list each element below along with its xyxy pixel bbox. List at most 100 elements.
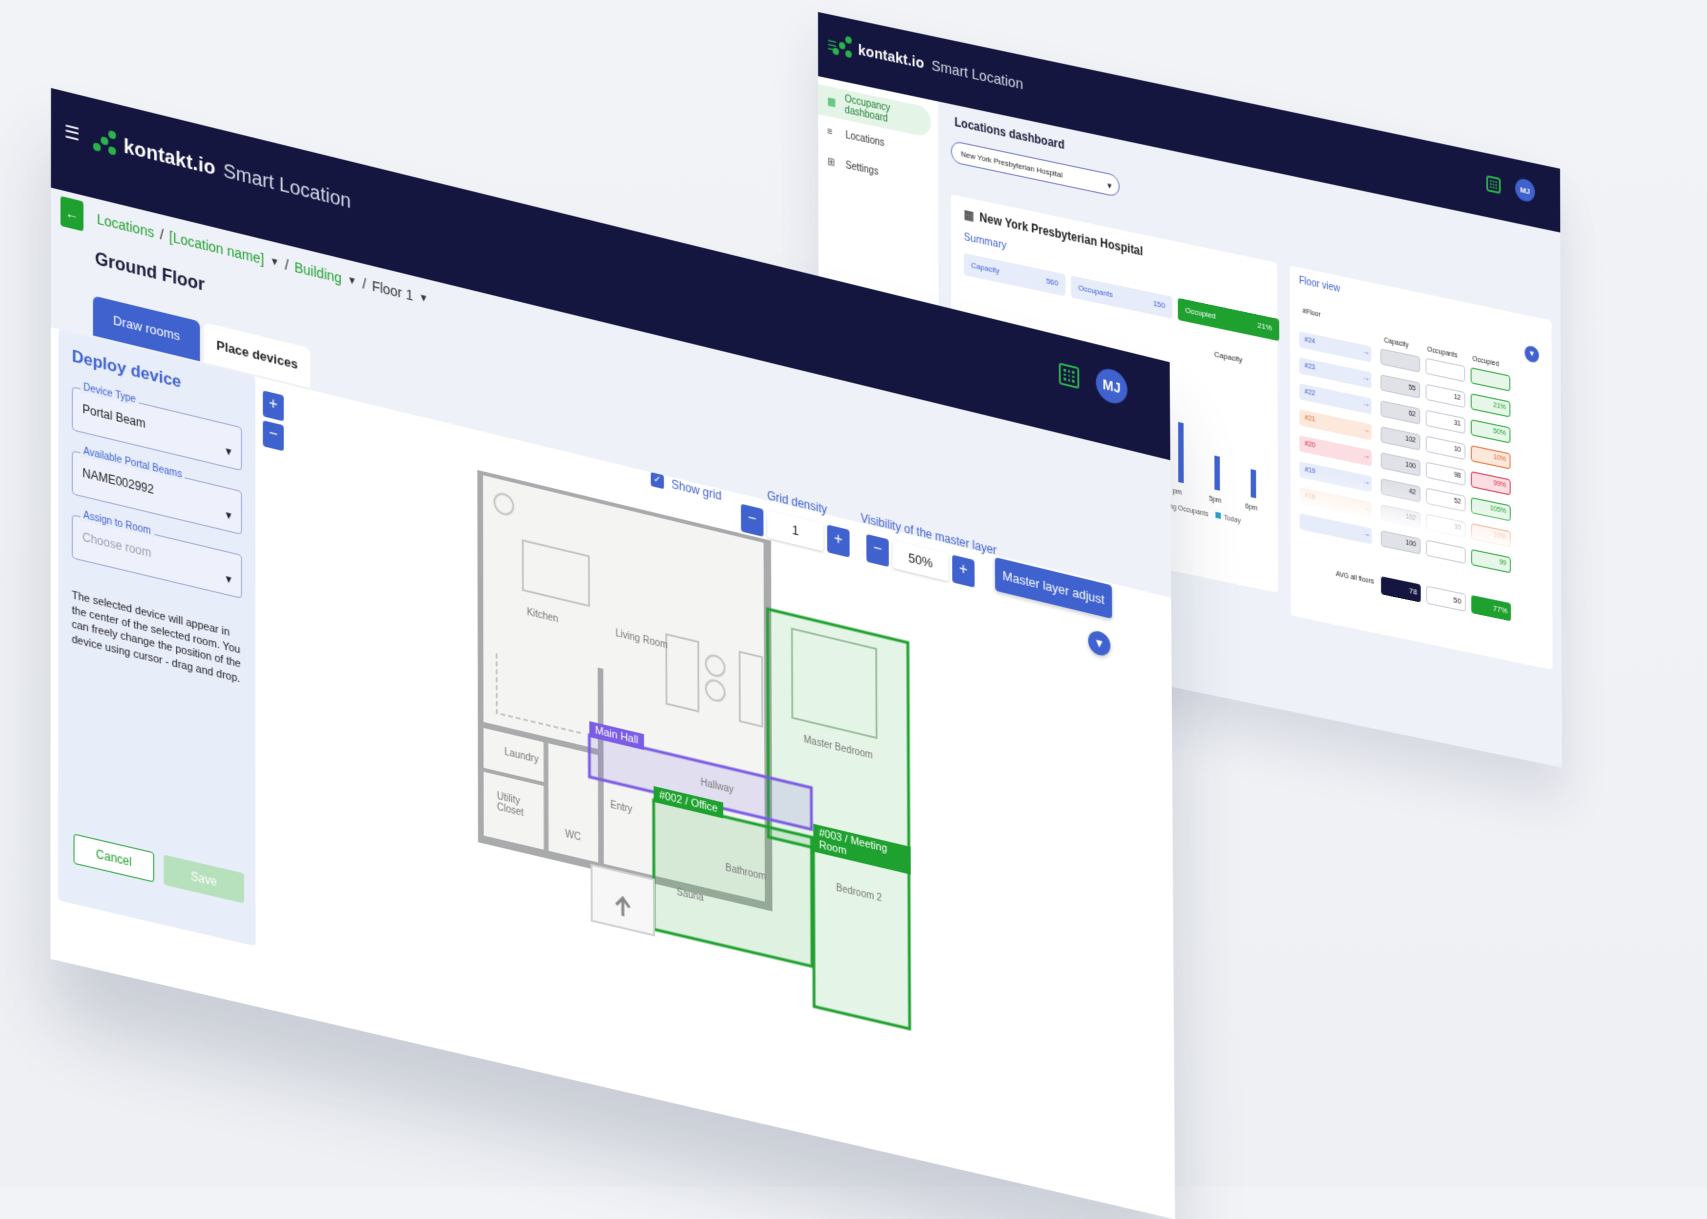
floor-capacity: 55 (1380, 374, 1420, 398)
legend-item: Today (1224, 515, 1241, 526)
floor-occupants: 12 (1426, 384, 1466, 408)
arrow-right-icon[interactable]: → (1362, 347, 1369, 358)
stat-label: Occupied (1185, 299, 1216, 327)
logo-product-name: Smart Location (223, 160, 351, 214)
kontakt-logo-icon (833, 33, 853, 59)
breadcrumb-separator: / (160, 226, 164, 243)
floor-capacity: 100 (1381, 452, 1421, 476)
locations-icon: ≡ (827, 126, 838, 139)
chart-x-label: pm (1173, 488, 1182, 497)
arrow-right-icon[interactable]: → (1362, 399, 1369, 410)
master-layer-increase[interactable]: + (952, 555, 974, 588)
floor-occupants: 10 (1426, 436, 1466, 460)
stat-label: Occupants (1078, 277, 1113, 306)
stat-value: 560 (1046, 270, 1058, 295)
avg-label: AVG all floors (1336, 571, 1374, 586)
arrow-right-icon[interactable]: → (1363, 528, 1370, 539)
building-icon: ▦ (964, 207, 974, 223)
summary-label: Summary (964, 231, 1007, 252)
filter-icon[interactable]: ▼ (1088, 629, 1110, 658)
capacity-column-header: Capacity (1214, 350, 1242, 365)
chart-x-label: 5pm (1209, 495, 1221, 505)
filter-icon[interactable]: ▼ (1525, 345, 1539, 364)
floor-capacity (1380, 348, 1420, 372)
zoom-out-button[interactable]: − (263, 420, 284, 451)
avg-occupants: 50 (1426, 586, 1466, 612)
floor-occupied: 99 (1471, 549, 1511, 573)
cancel-button[interactable]: Cancel (74, 834, 155, 883)
legend-swatch (1216, 512, 1221, 519)
breadcrumb-floor[interactable]: Floor 1 (372, 278, 413, 304)
floor-occupied: 10% (1471, 445, 1511, 469)
stat-occupied: Occupied 21% (1178, 298, 1279, 341)
settings-sliders-icon: ⊞ (827, 156, 838, 169)
chevron-down-icon[interactable]: ▼ (270, 255, 279, 268)
chevron-down-icon[interactable]: ▼ (347, 274, 356, 287)
scene: ☰ kontakt.io Smart Location MJ ▩ Occupan… (0, 0, 1707, 1187)
floor-occupied: 50% (1471, 419, 1511, 443)
floor-capacity: 102 (1381, 426, 1421, 450)
stat-capacity: Capacity 560 (964, 253, 1066, 296)
breadcrumb-separator: / (285, 257, 289, 274)
floor-occupied (1471, 367, 1511, 391)
dropdown-caret-icon: ▼ (224, 574, 233, 587)
floor-occupied: 99% (1471, 471, 1511, 495)
apps-grid-icon[interactable] (1486, 175, 1500, 194)
avg-capacity: 78 (1381, 576, 1421, 602)
save-button[interactable]: Save (164, 855, 244, 904)
chevron-down-icon[interactable]: ▼ (419, 292, 428, 305)
stat-value: 150 (1153, 293, 1165, 318)
breadcrumb-separator: / (362, 275, 366, 292)
floor-occupants: 31 (1426, 410, 1466, 434)
legend-item: ng Occupants (1169, 503, 1208, 518)
col-floor: #Floor (1303, 308, 1321, 319)
arrow-right-icon[interactable]: → (1362, 373, 1369, 384)
chart-bar (1178, 422, 1184, 483)
avatar[interactable]: MJ (1096, 366, 1128, 407)
location-select[interactable]: New York Presbyterian Hospital (951, 140, 1120, 198)
back-arrow-button[interactable]: ← (60, 196, 83, 231)
apps-grid-icon[interactable] (1059, 362, 1080, 389)
zoom-in-button[interactable]: + (263, 390, 284, 421)
help-text: The selected device will appear in the c… (72, 588, 242, 686)
master-layer-decrease[interactable]: − (866, 534, 889, 567)
chart-bar (1214, 456, 1220, 491)
floor-occupants (1426, 540, 1466, 564)
page-title: Ground Floor (95, 248, 205, 296)
field-value: Portal Beam (82, 402, 145, 431)
chart-legend: ng Occupants Today (1169, 502, 1240, 525)
floor-view-title: Floor view (1299, 275, 1340, 295)
kontakt-logo-icon (93, 126, 118, 158)
floor-capacity: 100 (1381, 530, 1421, 554)
deploy-device-panel: Deploy device Device Type Portal Beam ▼ … (58, 329, 255, 946)
grid-density-decrease[interactable]: − (741, 504, 764, 537)
floor-occupied: 21% (1471, 393, 1511, 417)
arrow-right-icon[interactable]: → (1363, 451, 1370, 462)
breadcrumb-locations[interactable]: Locations (97, 211, 154, 241)
breadcrumb-building[interactable]: Building (294, 259, 341, 286)
floor-occupants (1426, 358, 1466, 382)
floor-capacity: 62 (1381, 400, 1421, 424)
arrow-right-icon[interactable]: → (1363, 425, 1370, 436)
grid-density-increase[interactable]: + (827, 525, 850, 558)
floor-view-panel: Floor view ▼ #Floor Capacity Occupants O… (1290, 265, 1553, 669)
chart-bar (1251, 469, 1256, 498)
stat-value: 21% (1257, 315, 1272, 340)
floor-occupants: 98 (1426, 462, 1466, 486)
avatar[interactable]: MJ (1515, 177, 1535, 203)
stat-label: Capacity (971, 255, 999, 283)
dropdown-caret-icon: ▼ (224, 446, 233, 459)
editor-logo: kontakt.io Smart Location (93, 126, 351, 215)
stat-occupants: Occupants 150 (1071, 275, 1173, 318)
checkbox-checked-icon[interactable]: ✓ (651, 472, 664, 489)
logo-wordmark: kontakt.io (124, 135, 216, 180)
avg-occupied: 77% (1471, 595, 1511, 621)
chart-x-label: 6pm (1245, 503, 1257, 513)
dashboard-icon: ▩ (827, 96, 837, 109)
hamburger-menu-icon[interactable]: ☰ (64, 121, 79, 146)
nav-label: Settings (846, 160, 879, 178)
logo-wordmark: kontakt.io (858, 41, 924, 72)
logo-product-name: Smart Location (932, 56, 1024, 92)
nav-label: Locations (845, 130, 884, 149)
mini-bar-chart: pm 5pm 6pm ng Occupants Today (1169, 390, 1278, 533)
